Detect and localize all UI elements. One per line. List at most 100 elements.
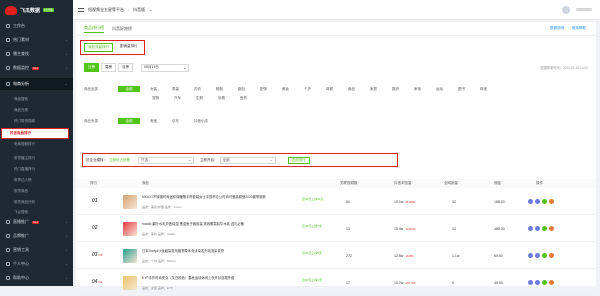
sidebar-subitem[interactable]: 抖音商品排行: [1, 128, 69, 139]
source-chip[interactable]: 抖音小店: [194, 119, 216, 124]
filter-select-1[interactable]: 只选 ⌄: [138, 156, 194, 164]
sidebar-item-group[interactable]: 工作台: [0, 20, 73, 32]
promo-link[interactable]: 立即抢占优势: [109, 158, 130, 163]
table-row[interactable]: 04↑12 EYP手作时尚夹克（灰白颜色）春秋运动休闲上衣开衫连帽外套 品类：女装 …: [76, 270, 596, 296]
product-thumbnail[interactable]: [123, 222, 137, 236]
source-chip[interactable]: 京东: [172, 119, 194, 124]
product-thumbnail[interactable]: [123, 276, 137, 290]
source-all[interactable]: 全部: [118, 118, 140, 124]
table-row[interactable]: 03↑15 日本Dariya沙龙级染发剂植物草本泡沫染发剂泡泡染发膏 品类：个护 品…: [76, 243, 596, 269]
category-chip[interactable]: 生鲜: [196, 96, 218, 101]
category-chip[interactable]: 个护: [304, 87, 326, 92]
menu-icon[interactable]: [78, 7, 84, 12]
video-icon[interactable]: [535, 199, 540, 204]
category-chip[interactable]: 汽车: [174, 96, 196, 101]
tab-product-rank[interactable]: 商品排行榜: [84, 25, 104, 33]
sidebar-item-group[interactable]: 热门素材 ›: [0, 34, 73, 46]
date-select[interactable]: 05月17日 ⌄: [141, 63, 189, 72]
video-icon[interactable]: [535, 253, 540, 258]
subtab-sales-rank[interactable]: 剧销量排行: [117, 43, 141, 52]
category-chip[interactable]: 家电: [414, 87, 436, 92]
sidebar-item-group[interactable]: 帮助中心 ›: [0, 272, 73, 284]
chevron-down-icon[interactable]: ⌄: [149, 7, 152, 12]
category-all[interactable]: 全部: [118, 86, 140, 92]
source-chip[interactable]: 淘宝: [150, 119, 172, 124]
chart-icon[interactable]: [528, 199, 533, 204]
header-sales[interactable]: 全网销量: [444, 179, 458, 188]
sidebar-subitem[interactable]: 商品分类: [0, 106, 73, 115]
category-chip[interactable]: 母婴: [326, 87, 348, 92]
sidebar-item-group[interactable]: 数据监控 New ›: [0, 62, 73, 74]
share-icon[interactable]: [549, 280, 554, 285]
chart-icon[interactable]: [528, 226, 533, 231]
month-rank-button[interactable]: 月榜: [118, 63, 133, 72]
category-chip[interactable]: 配饰: [260, 87, 282, 92]
sidebar-subitem[interactable]: 商品搜索: [0, 95, 73, 104]
category-chip[interactable]: 美妆: [282, 87, 304, 92]
product-title[interactable]: MIUCO不锈钢时尚迷你保暖随手杯套装女士手提杯办公时尚可爱高颜值2020春季新…: [142, 195, 302, 200]
week-rank-button[interactable]: 周榜: [101, 63, 116, 72]
video-icon[interactable]: [535, 226, 540, 231]
share-icon[interactable]: [549, 199, 554, 204]
category-chip[interactable]: 鞋靴: [216, 87, 238, 92]
category-chip[interactable]: 医药: [240, 96, 262, 101]
sidebar-subitem[interactable]: 热门带货视频: [0, 117, 73, 126]
header-views[interactable]: 抖音浏览量: [394, 179, 412, 188]
sidebar-subitem[interactable]: 飞瓜搜索: [0, 208, 73, 217]
cart-icon[interactable]: [542, 253, 547, 258]
data-info-link[interactable]: 数据说明: [550, 26, 564, 31]
sidebar-subitem[interactable]: 带货商品分析: [0, 198, 73, 207]
sidebar-subitem[interactable]: 电商视频排行: [0, 140, 73, 149]
product-title[interactable]: mokiki 磨叶水乳芦荟保湿 黑金鱼子酱套装 紧致眼霜精华水乳 送礼必备: [142, 222, 302, 227]
category-chip[interactable]: 图书: [458, 87, 480, 92]
category-chip[interactable]: 数码: [392, 87, 414, 92]
sidebar-item-group[interactable]: 品牌推广 ›: [0, 230, 73, 242]
help-link[interactable]: 使用帮助: [572, 26, 586, 31]
platform-switch[interactable]: 抖音版: [133, 7, 145, 13]
share-icon[interactable]: [549, 226, 554, 231]
cart-icon[interactable]: [542, 280, 547, 285]
category-chip[interactable]: 珠宝: [480, 87, 502, 92]
product-title[interactable]: EYP手作时尚夹克（灰白颜色）春秋运动休闲上衣开衫连帽外套: [142, 276, 302, 281]
sidebar-item-group[interactable]: 电商分析 ⌄: [0, 78, 73, 90]
category-chip[interactable]: 箱包: [238, 87, 260, 92]
header-videos[interactable]: 关联视频数: [340, 179, 358, 188]
sidebar-subitem[interactable]: 带货达人榜: [0, 176, 73, 185]
header-commission[interactable]: 佣金: [494, 179, 501, 188]
product-thumbnail[interactable]: [123, 249, 137, 263]
product-title[interactable]: 日本Dariya沙龙级染发剂植物草本泡沫染发剂泡泡染发膏: [142, 249, 302, 254]
sidebar-subitem[interactable]: 带货商品: [0, 187, 73, 196]
cart-icon[interactable]: [542, 199, 547, 204]
search-bar: 抗企业模特： 立即抢占优势 只选 ⌄ 立即开启： 全部 ⌄ 查询排行: [82, 153, 398, 167]
category-chip[interactable]: 玩具: [218, 96, 240, 101]
share-icon[interactable]: [549, 253, 554, 258]
category-chip[interactable]: 宠物: [152, 96, 174, 101]
filter-select-2[interactable]: 全部 ⌄: [219, 156, 276, 164]
chart-icon[interactable]: [528, 280, 533, 285]
sidebar-item-group[interactable]: 营销工具 ›: [0, 244, 73, 256]
avatar[interactable]: [562, 5, 570, 14]
sidebar-item-group[interactable]: 播主查找 ›: [0, 48, 73, 60]
cart-icon[interactable]: [542, 226, 547, 231]
category-chip[interactable]: 男装: [172, 87, 194, 92]
sidebar-subitem[interactable]: 带货播主排行: [0, 154, 73, 163]
product-thumbnail[interactable]: [123, 195, 137, 209]
chart-icon[interactable]: [528, 253, 533, 258]
category-chip[interactable]: 食品: [348, 87, 370, 92]
app-name[interactable]: 短视频全五星等平台: [88, 7, 124, 13]
table-row[interactable]: 02 mokiki 磨叶水乳芦荟保湿 黑金鱼子酱套装 紧致眼霜精华水乳 送礼必备品…: [76, 216, 596, 242]
query-button[interactable]: 查询排行: [287, 156, 310, 164]
category-chip[interactable]: 内衣: [194, 87, 216, 92]
tab-good-goods[interactable]: 抖音好物榜: [112, 26, 132, 32]
sidebar-item-group[interactable]: 直播推广 New ›: [0, 216, 73, 228]
sidebar-item-group[interactable]: 个人中心 ›: [0, 258, 73, 270]
table-row[interactable]: 01 MIUCO不锈钢时尚迷你保暖随手杯套装女士手提杯办公时尚可爱高颜值2020春…: [76, 189, 596, 215]
video-icon[interactable]: [535, 280, 540, 285]
day-rank-button[interactable]: 日榜: [84, 63, 99, 72]
category-chip[interactable]: 运动: [436, 87, 458, 92]
category-chip[interactable]: 女装: [150, 87, 172, 92]
category-chip[interactable]: 家居: [370, 87, 392, 92]
subtab-traffic-rank[interactable]: 商品流量排行: [84, 43, 113, 52]
sidebar-subitem[interactable]: 热门直播排行: [0, 165, 73, 174]
action-buttons: [528, 253, 554, 258]
